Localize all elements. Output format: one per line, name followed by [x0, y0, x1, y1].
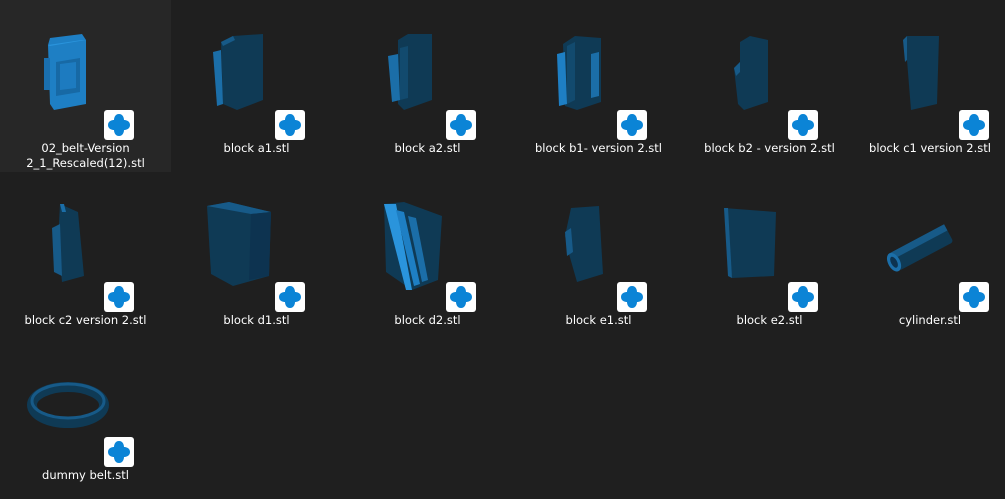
app-badge — [788, 282, 818, 312]
block-model-icon — [388, 34, 432, 110]
file-name: block a2.stl — [394, 141, 461, 155]
3d-viewer-app-icon — [792, 286, 814, 308]
file-item[interactable]: block a1.stl — [171, 0, 342, 172]
block-model-icon — [724, 208, 776, 278]
app-badge — [275, 110, 305, 140]
file-item[interactable]: block e1.stl — [513, 172, 684, 344]
file-name: dummy belt.stl — [42, 468, 129, 482]
3d-viewer-app-icon — [279, 286, 301, 308]
app-badge — [446, 110, 476, 140]
file-item[interactable]: cylinder.stl — [855, 172, 1005, 344]
file-item[interactable]: block c1 version 2.stl — [855, 0, 1005, 172]
3d-viewer-app-icon — [108, 114, 130, 136]
file-name: block b1- version 2.stl — [534, 141, 663, 155]
model-thumbnail — [684, 0, 855, 135]
file-item[interactable]: block d2.stl — [342, 172, 513, 344]
file-item[interactable]: block b1- version 2.stl — [513, 0, 684, 172]
3d-viewer-app-icon — [621, 114, 643, 136]
app-badge — [104, 282, 134, 312]
file-name: block a1.stl — [223, 141, 290, 155]
file-item[interactable]: block e2.stl — [684, 172, 855, 344]
3d-viewer-app-icon — [963, 286, 985, 308]
block-model-icon — [52, 204, 84, 282]
file-item[interactable]: block d1.stl — [171, 172, 342, 344]
3d-viewer-app-icon — [108, 286, 130, 308]
app-badge — [959, 110, 989, 140]
app-badge — [959, 282, 989, 312]
3d-viewer-app-icon — [108, 441, 130, 463]
app-badge — [446, 282, 476, 312]
belt-part-icon — [44, 34, 86, 110]
file-item[interactable]: block a2.stl — [342, 0, 513, 172]
app-badge — [788, 110, 818, 140]
block-model-icon — [734, 36, 768, 110]
model-thumbnail — [342, 0, 513, 135]
model-thumbnail — [0, 172, 171, 307]
file-item[interactable]: 02_belt-Version 2_1_Rescaled(12).stl — [0, 0, 171, 172]
model-thumbnail — [0, 327, 171, 462]
3d-viewer-app-icon — [279, 114, 301, 136]
file-name: block e2.stl — [736, 313, 803, 327]
app-badge — [617, 282, 647, 312]
3d-viewer-app-icon — [450, 286, 472, 308]
file-item[interactable]: block b2 - version 2.stl — [684, 0, 855, 172]
file-name: block b2 - version 2.stl — [704, 141, 835, 155]
app-badge — [104, 437, 134, 467]
model-thumbnail — [342, 172, 513, 307]
ring-model-icon — [27, 382, 109, 428]
file-item[interactable]: block c2 version 2.stl — [0, 172, 171, 344]
3d-viewer-app-icon — [450, 114, 472, 136]
file-name: block d2.stl — [394, 313, 461, 327]
model-thumbnail — [684, 172, 855, 307]
3d-viewer-app-icon — [963, 114, 985, 136]
3d-viewer-app-icon — [621, 286, 643, 308]
app-badge — [104, 110, 134, 140]
file-name: block c1 version 2.stl — [869, 141, 991, 155]
block-model-icon — [384, 202, 442, 290]
model-thumbnail — [171, 0, 342, 135]
file-name: block c2 version 2.stl — [24, 313, 147, 327]
block-model-icon — [557, 36, 601, 110]
app-badge — [617, 110, 647, 140]
block-model-icon — [565, 206, 603, 282]
file-grid: 02_belt-Version 2_1_Rescaled(12).stl blo… — [0, 0, 1005, 499]
file-name: block d1.stl — [223, 313, 290, 327]
file-name: 02_belt-Version 2_1_Rescaled(12).stl — [26, 141, 145, 170]
3d-viewer-app-icon — [792, 114, 814, 136]
file-name: block e1.stl — [565, 313, 632, 327]
block-model-icon — [207, 202, 271, 286]
model-thumbnail — [171, 172, 342, 307]
file-item[interactable]: dummy belt.stl — [0, 327, 171, 499]
block-model-icon — [213, 34, 263, 110]
model-thumbnail — [513, 0, 684, 135]
model-thumbnail — [513, 172, 684, 307]
model-thumbnail — [0, 0, 171, 135]
app-badge — [275, 282, 305, 312]
file-name: cylinder.stl — [898, 313, 962, 327]
